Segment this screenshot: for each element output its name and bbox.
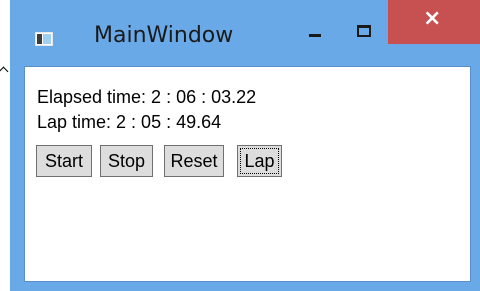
stop-button[interactable]: Stop xyxy=(100,145,153,177)
main-window: MainWindow × Elapsed time: 2 : 06 : 03.2… xyxy=(10,0,480,291)
window-title: MainWindow xyxy=(94,23,234,48)
title-bar[interactable]: MainWindow × xyxy=(10,0,480,66)
client-area: Elapsed time: 2 : 06 : 03.22 Lap time: 2… xyxy=(24,66,471,282)
minimize-icon xyxy=(309,34,321,37)
minimize-button[interactable] xyxy=(294,0,340,44)
lap-button[interactable]: Lap xyxy=(237,145,282,177)
lap-time-label: Lap time: 2 : 05 : 49.64 xyxy=(37,112,222,132)
maximize-icon xyxy=(357,25,371,37)
close-button[interactable]: × xyxy=(388,0,480,44)
reset-button[interactable]: Reset xyxy=(164,145,224,177)
start-button[interactable]: Start xyxy=(36,145,92,177)
elapsed-time-label: Elapsed time: 2 : 06 : 03.22 xyxy=(37,87,257,107)
close-icon: × xyxy=(423,6,442,31)
lap-button-label: Lap xyxy=(244,151,275,171)
application-icon[interactable] xyxy=(35,32,53,46)
mouse-cursor-icon xyxy=(0,66,9,77)
maximize-button[interactable] xyxy=(341,0,387,44)
